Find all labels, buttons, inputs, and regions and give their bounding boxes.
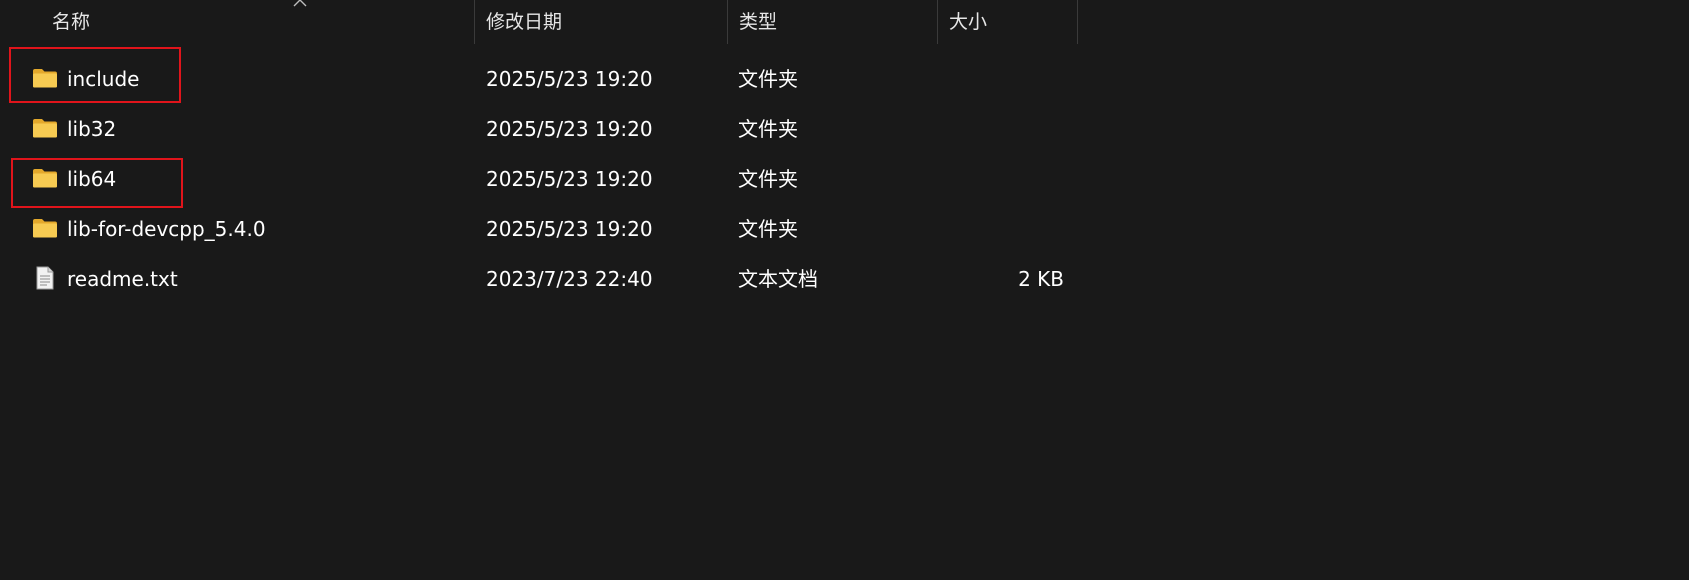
- file-size: [938, 54, 1064, 104]
- column-separator[interactable]: [1077, 0, 1078, 44]
- file-date: 2025/5/23 19:20: [486, 67, 653, 91]
- file-size: [938, 204, 1064, 254]
- file-type: 文件夹: [738, 167, 798, 191]
- file-row-lib-for-devcpp[interactable]: lib-for-devcpp_5.4.0 2025/5/23 19:20 文件夹: [0, 204, 1080, 254]
- folder-icon: [33, 119, 57, 138]
- file-type: 文本文档: [738, 267, 818, 291]
- text-file-icon: [36, 266, 54, 290]
- file-explorer: 名称 修改日期 类型 大小 include 2025/5/23 19:20 文件…: [0, 0, 1689, 580]
- column-header-type-label: 类型: [739, 11, 778, 33]
- column-header-bar: 名称 修改日期 类型 大小: [0, 0, 1080, 44]
- file-date: 2025/5/23 19:20: [486, 167, 653, 191]
- file-type: 文件夹: [738, 67, 798, 91]
- column-header-date-label: 修改日期: [486, 11, 563, 33]
- sort-ascending-icon: [293, 0, 307, 7]
- file-date: 2025/5/23 19:20: [486, 117, 653, 141]
- file-name: lib32: [67, 117, 117, 141]
- folder-icon: [33, 219, 57, 238]
- highlight-box-include: [9, 47, 181, 103]
- file-date: 2025/5/23 19:20: [486, 217, 653, 241]
- file-row-lib32[interactable]: lib32 2025/5/23 19:20 文件夹: [0, 104, 1080, 154]
- file-type: 文件夹: [738, 217, 798, 241]
- file-name: lib-for-devcpp_5.4.0: [67, 217, 266, 241]
- file-size: 2 KB: [1018, 267, 1064, 291]
- column-header-size-label: 大小: [949, 11, 988, 33]
- column-header-type[interactable]: 类型: [728, 0, 938, 44]
- column-header-name[interactable]: 名称: [41, 0, 475, 44]
- file-date: 2023/7/23 22:40: [486, 267, 653, 291]
- column-header-name-label: 名称: [52, 11, 91, 33]
- file-size: [938, 104, 1064, 154]
- file-type: 文件夹: [738, 117, 798, 141]
- file-row-readme[interactable]: readme.txt 2023/7/23 22:40 文本文档 2 KB: [0, 254, 1080, 304]
- column-header-date[interactable]: 修改日期: [475, 0, 728, 44]
- file-name: readme.txt: [67, 267, 178, 291]
- file-size: [938, 154, 1064, 204]
- highlight-box-lib64: [11, 158, 183, 208]
- column-header-size[interactable]: 大小: [938, 0, 1078, 44]
